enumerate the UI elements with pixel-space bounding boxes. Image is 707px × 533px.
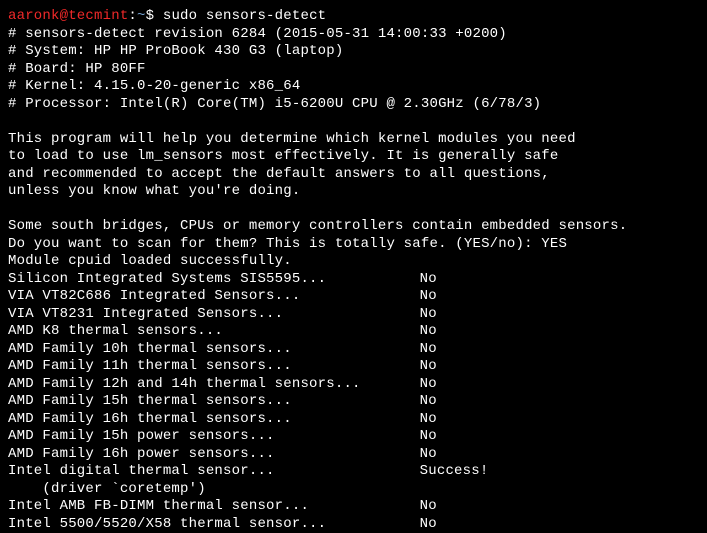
result-row: VIA VT82C686 Integrated Sensors...No [8, 288, 699, 306]
result-status: No [420, 446, 437, 464]
prompt-line: aaronk@tecmint:~$ sudo sensors-detect [8, 8, 699, 26]
driver-note: (driver `coretemp') [8, 481, 699, 499]
result-status: No [420, 498, 437, 516]
result-status: No [420, 341, 437, 359]
prompt-user: aaronk@tecmint [8, 8, 128, 24]
result-status: No [420, 376, 437, 394]
result-name: AMD Family 10h thermal sensors... [8, 341, 420, 359]
blank-line [8, 113, 699, 131]
result-row: AMD Family 12h and 14h thermal sensors..… [8, 376, 699, 394]
result-name: Intel AMB FB-DIMM thermal sensor... [8, 498, 420, 516]
result-status: No [420, 306, 437, 324]
result-name: AMD Family 15h power sensors... [8, 428, 420, 446]
result-status: No [420, 393, 437, 411]
result-row: VIA VT8231 Integrated Sensors...No [8, 306, 699, 324]
result-name: VIA VT8231 Integrated Sensors... [8, 306, 420, 324]
result-status: No [420, 271, 437, 289]
result-row: Intel digital thermal sensor...Success! [8, 463, 699, 481]
result-name: AMD K8 thermal sensors... [8, 323, 420, 341]
result-row: AMD Family 10h thermal sensors...No [8, 341, 699, 359]
prompt-colon: : [128, 8, 137, 24]
intro-line-2: to load to use lm_sensors most effective… [8, 148, 699, 166]
command-text: sudo sensors-detect [163, 8, 326, 24]
header-kernel: # Kernel: 4.15.0-20-generic x86_64 [8, 78, 699, 96]
result-status: Success! [420, 463, 489, 481]
result-name: AMD Family 16h thermal sensors... [8, 411, 420, 429]
result-name: Intel 5500/5520/X58 thermal sensor... [8, 516, 420, 533]
result-name: AMD Family 15h thermal sensors... [8, 393, 420, 411]
result-row: AMD Family 15h power sensors...No [8, 428, 699, 446]
scan-line-1: Some south bridges, CPUs or memory contr… [8, 218, 699, 236]
result-row: Intel 5500/5520/X58 thermal sensor...No [8, 516, 699, 533]
result-name: Silicon Integrated Systems SIS5595... [8, 271, 420, 289]
result-row: AMD Family 15h thermal sensors...No [8, 393, 699, 411]
result-row: Silicon Integrated Systems SIS5595...No [8, 271, 699, 289]
scan-question: Do you want to scan for them? This is to… [8, 236, 541, 252]
result-name: AMD Family 11h thermal sensors... [8, 358, 420, 376]
intro-line-4: unless you know what you're doing. [8, 183, 699, 201]
result-row: AMD Family 16h thermal sensors...No [8, 411, 699, 429]
intro-line-1: This program will help you determine whi… [8, 131, 699, 149]
result-row: AMD Family 11h thermal sensors...No [8, 358, 699, 376]
header-revision: # sensors-detect revision 6284 (2015-05-… [8, 26, 699, 44]
scan-module: Module cpuid loaded successfully. [8, 253, 699, 271]
result-status: No [420, 411, 437, 429]
terminal-window[interactable]: aaronk@tecmint:~$ sudo sensors-detect # … [8, 8, 699, 533]
prompt-sigil: $ [146, 8, 163, 24]
result-name: Intel digital thermal sensor... [8, 463, 420, 481]
result-status: No [420, 516, 437, 533]
scan-answer: YES [541, 236, 567, 252]
result-status: No [420, 288, 437, 306]
result-name: AMD Family 12h and 14h thermal sensors..… [8, 376, 420, 394]
header-processor: # Processor: Intel(R) Core(TM) i5-6200U … [8, 96, 699, 114]
intro-line-3: and recommended to accept the default an… [8, 166, 699, 184]
result-row: Intel AMB FB-DIMM thermal sensor...No [8, 498, 699, 516]
header-board: # Board: HP 80FF [8, 61, 699, 79]
result-status: No [420, 428, 437, 446]
result-status: No [420, 358, 437, 376]
result-name: AMD Family 16h power sensors... [8, 446, 420, 464]
prompt-path: ~ [137, 8, 146, 24]
header-system: # System: HP HP ProBook 430 G3 (laptop) [8, 43, 699, 61]
result-row: AMD K8 thermal sensors...No [8, 323, 699, 341]
blank-line [8, 201, 699, 219]
scan-question-line: Do you want to scan for them? This is to… [8, 236, 699, 254]
result-status: No [420, 323, 437, 341]
result-row: AMD Family 16h power sensors...No [8, 446, 699, 464]
result-name: VIA VT82C686 Integrated Sensors... [8, 288, 420, 306]
